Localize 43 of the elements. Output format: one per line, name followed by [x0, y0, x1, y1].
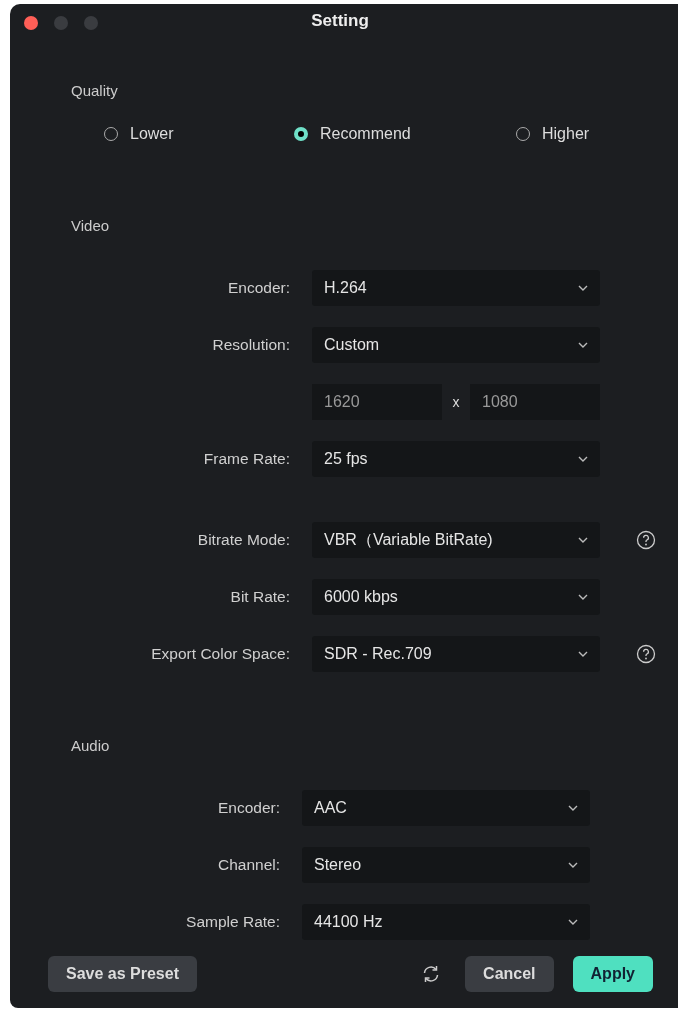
dropdown[interactable]: SDR - Rec.709	[312, 636, 600, 672]
field-label: Channel:	[216, 856, 280, 874]
field-label: Sample Rate:	[185, 913, 280, 931]
dimension-separator: x	[451, 394, 461, 410]
quality-radio[interactable]: Lower	[104, 125, 294, 143]
apply-button[interactable]: Apply	[572, 956, 653, 992]
chevron-down-icon	[578, 456, 588, 462]
dropdown[interactable]: 25 fps	[312, 441, 600, 477]
window-title: Setting	[311, 11, 369, 31]
section-heading: Quality	[71, 82, 119, 99]
chevron-down-icon	[568, 862, 578, 868]
section-heading: Video	[71, 217, 111, 234]
dropdown[interactable]: Stereo	[302, 847, 590, 883]
chevron-down-icon	[568, 805, 578, 811]
dropdown[interactable]: AAC	[302, 790, 590, 826]
field-label: Encoder:	[226, 279, 290, 297]
height-field[interactable]: 1080	[470, 384, 600, 420]
help-icon[interactable]	[636, 530, 656, 550]
dropdown[interactable]: Custom	[312, 327, 600, 363]
cancel-button[interactable]: Cancel	[465, 956, 554, 992]
field-label: Frame Rate:	[202, 450, 290, 468]
quality-radio[interactable]: Recommend	[294, 125, 516, 143]
chevron-down-icon	[578, 285, 588, 291]
field-label: Encoder:	[216, 799, 280, 817]
dropdown[interactable]: 6000 kbps	[312, 579, 600, 615]
section-heading: Audio	[71, 737, 111, 754]
help-icon[interactable]	[636, 644, 656, 664]
field-label: Export Color Space:	[150, 645, 290, 663]
chevron-down-icon	[578, 594, 588, 600]
field-label: Bitrate Mode:	[196, 531, 290, 549]
dropdown[interactable]: VBR（Variable BitRate)	[312, 522, 600, 558]
chevron-down-icon	[578, 342, 588, 348]
field-label: Bit Rate:	[229, 588, 290, 606]
field-label: Resolution:	[211, 336, 290, 354]
save-preset-button[interactable]: Save as Preset	[48, 956, 197, 992]
chevron-down-icon	[568, 919, 578, 925]
close-button[interactable]	[24, 16, 38, 30]
chevron-down-icon	[578, 537, 588, 543]
dropdown[interactable]: 44100 Hz	[302, 904, 590, 940]
dropdown[interactable]: H.264	[312, 270, 600, 306]
quality-radio[interactable]: Higher	[516, 125, 590, 143]
chevron-down-icon	[578, 651, 588, 657]
width-field[interactable]: 1620	[312, 384, 442, 420]
